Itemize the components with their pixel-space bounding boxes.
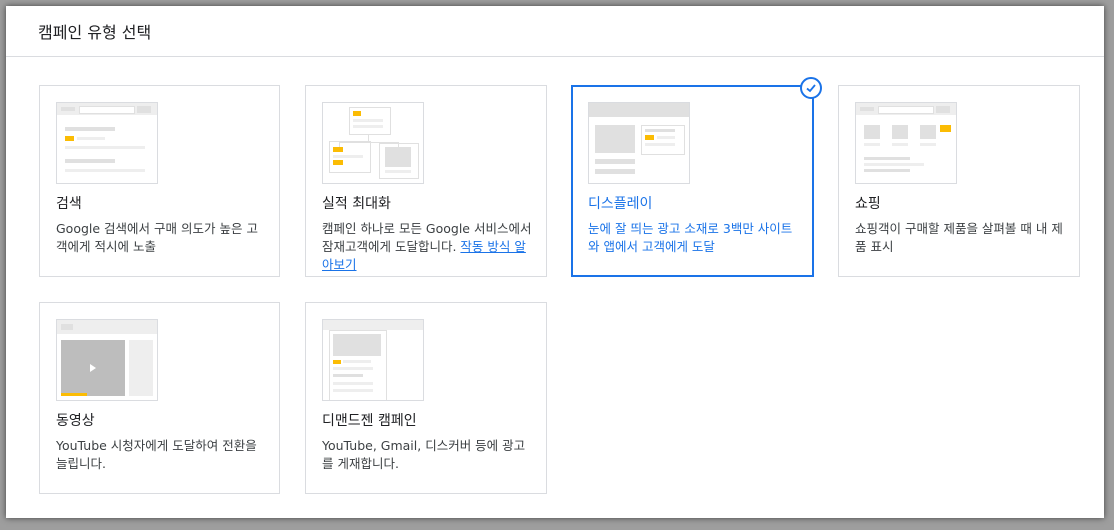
- campaign-card-shopping[interactable]: 쇼핑 쇼핑객이 구매할 제품을 살펴볼 때 내 제품 표시: [838, 85, 1080, 277]
- display-illustration: [588, 102, 690, 184]
- card-title: 실적 최대화: [322, 196, 391, 212]
- card-title: 디맨드젠 캠페인: [322, 413, 417, 429]
- campaign-type-panel: 캠페인 유형 선택 검색 Google 검색에서 구매 의도가 높은 고객에게 …: [6, 6, 1104, 518]
- card-description: YouTube, Gmail, 디스커버 등에 광고를 게재합니다.: [322, 438, 526, 471]
- card-description: 쇼핑객이 구매할 제품을 살펴볼 때 내 제품 표시: [855, 221, 1063, 254]
- card-description: Google 검색에서 구매 의도가 높은 고객에게 적시에 노출: [56, 221, 258, 254]
- search-illustration: [56, 102, 158, 184]
- card-title: 쇼핑: [855, 196, 881, 212]
- card-description: 캠페인 하나로 모든 Google 서비스에서 잠재고객에게 도달합니다. 작동…: [322, 221, 532, 272]
- campaign-card-search[interactable]: 검색 Google 검색에서 구매 의도가 높은 고객에게 적시에 노출: [39, 85, 280, 277]
- card-title: 검색: [56, 196, 82, 212]
- video-illustration: [56, 319, 158, 401]
- panel-header: 캠페인 유형 선택: [6, 6, 1104, 57]
- card-title: 동영상: [56, 413, 95, 429]
- card-title: 디스플레이: [588, 196, 653, 212]
- card-description: YouTube 시청자에게 도달하여 전환을 늘립니다.: [56, 438, 257, 471]
- check-circle-icon: [800, 77, 822, 99]
- page-title: 캠페인 유형 선택: [38, 23, 152, 42]
- campaign-card-demand-gen[interactable]: 디맨드젠 캠페인 YouTube, Gmail, 디스커버 등에 광고를 게재합…: [305, 302, 547, 494]
- campaign-card-video[interactable]: 동영상 YouTube 시청자에게 도달하여 전환을 늘립니다.: [39, 302, 280, 494]
- card-description: 눈에 잘 띄는 광고 소재로 3백만 사이트와 앱에서 고객에게 도달: [588, 221, 793, 254]
- demand-gen-illustration: [322, 319, 424, 401]
- play-icon: [90, 364, 96, 372]
- campaign-card-performance-max[interactable]: 실적 최대화 캠페인 하나로 모든 Google 서비스에서 잠재고객에게 도달…: [305, 85, 547, 277]
- shopping-illustration: [855, 102, 957, 184]
- campaign-card-display[interactable]: 디스플레이 눈에 잘 띄는 광고 소재로 3백만 사이트와 앱에서 고객에게 도…: [571, 77, 822, 277]
- performance-max-illustration: [322, 102, 424, 184]
